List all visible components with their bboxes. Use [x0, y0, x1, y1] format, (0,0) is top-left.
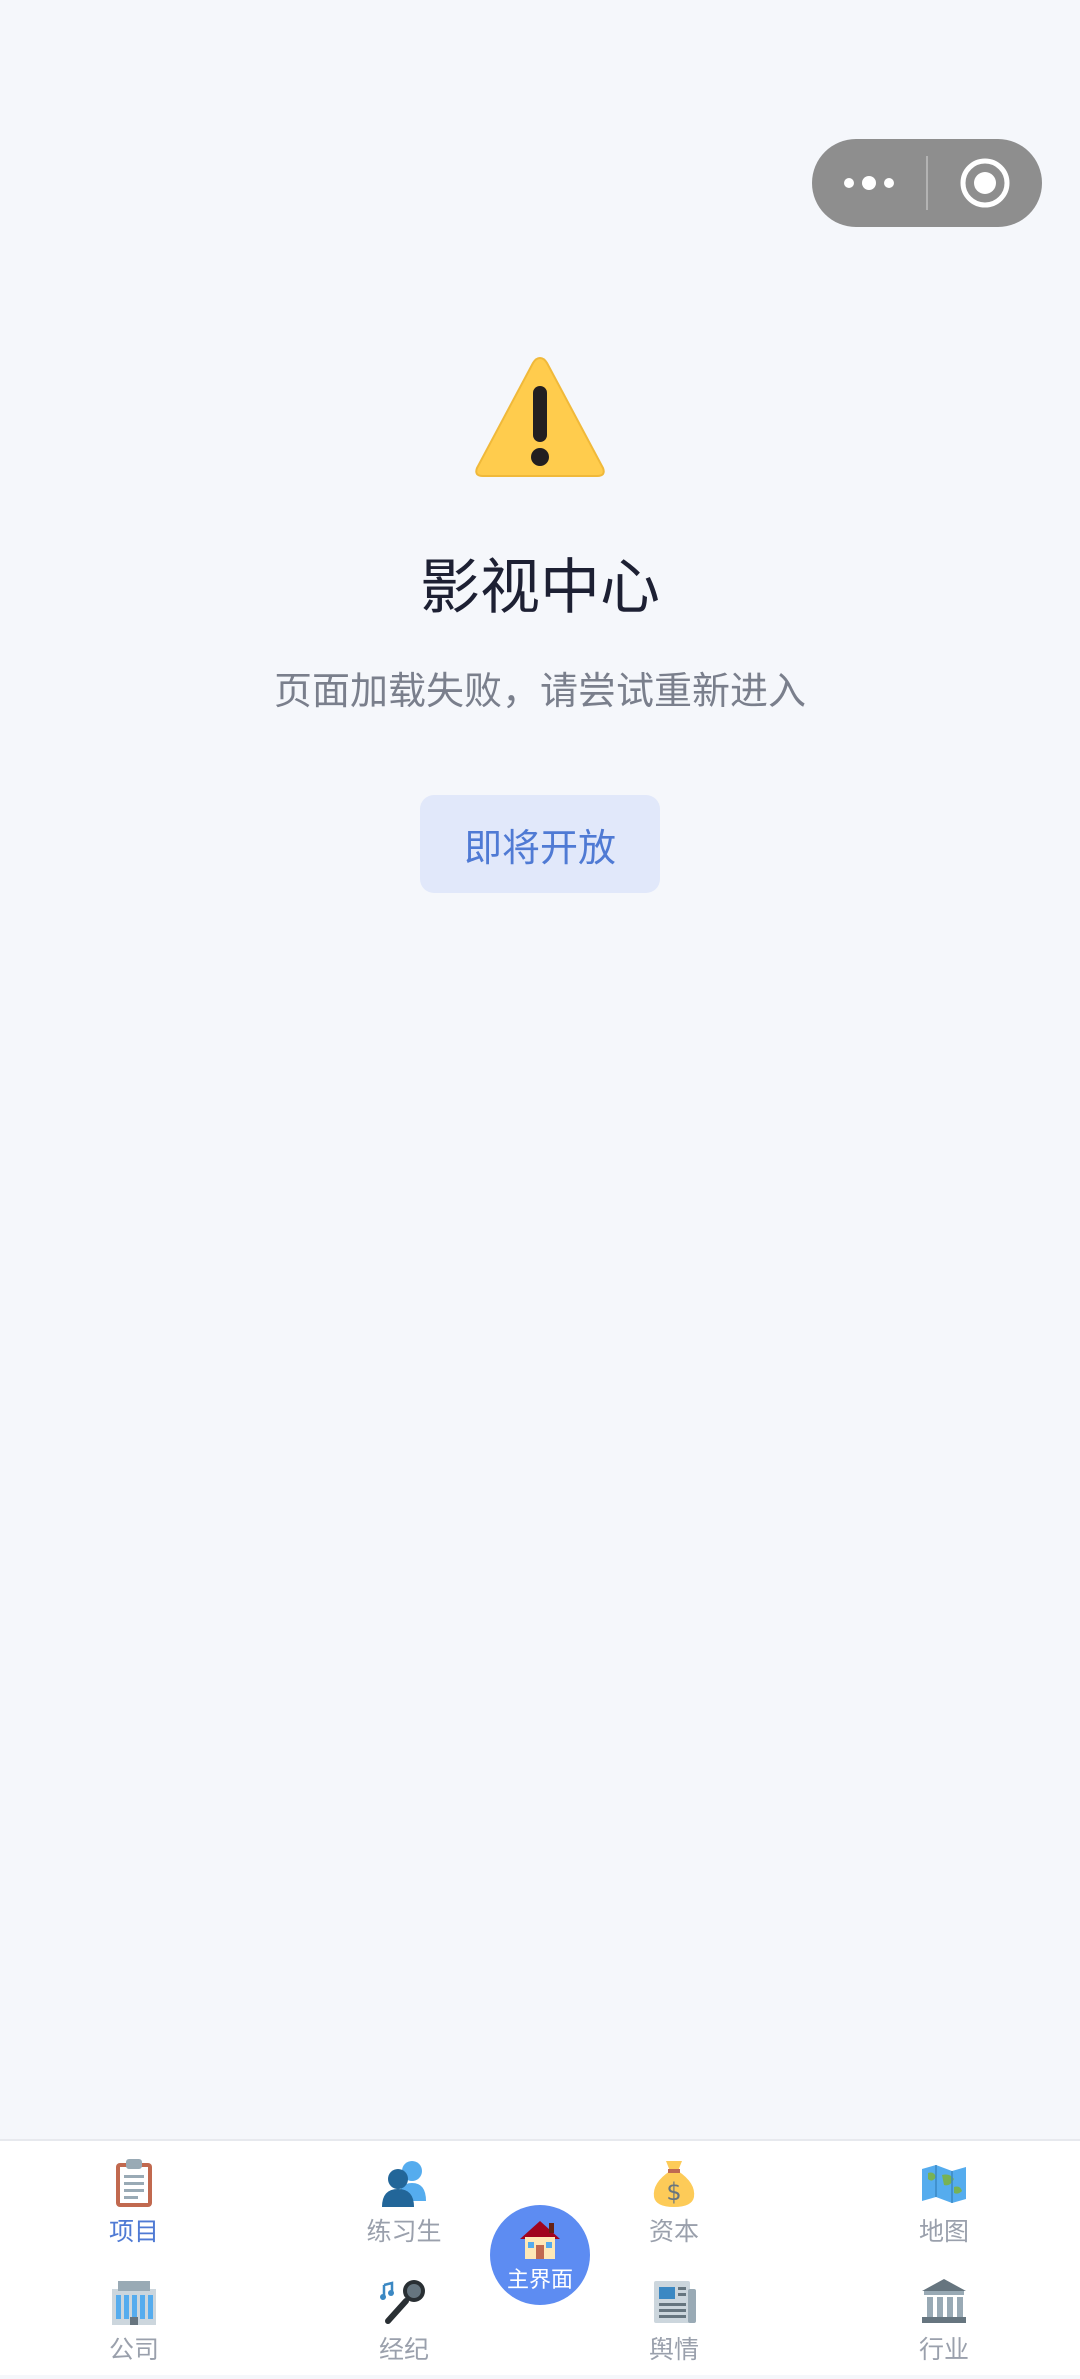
people-icon — [382, 2161, 426, 2207]
tab-label: 经纪 — [378, 2335, 429, 2364]
tab-label: 行业 — [918, 2335, 969, 2364]
tab-trainee[interactable]: 练习生 — [324, 2153, 484, 2261]
coming-soon-button[interactable]: 即将开放 — [420, 795, 660, 893]
svg-text:$: $ — [666, 2178, 681, 2206]
miniprogram-capsule — [812, 139, 1042, 227]
classical-building-icon — [922, 2279, 966, 2323]
error-message: 页面加载失败，请尝试重新进入 — [273, 669, 806, 713]
target-circle-icon — [960, 158, 1010, 208]
more-button[interactable] — [812, 139, 926, 227]
world-map-icon — [922, 2165, 966, 2203]
page-title: 影视中心 — [420, 553, 660, 623]
warning-triangle-icon — [475, 356, 605, 477]
money-bag-icon: $ — [653, 2161, 695, 2207]
home-label: 主界面 — [506, 2268, 573, 2293]
tab-label: 地图 — [918, 2217, 969, 2246]
home-button[interactable]: 主界面 — [490, 2205, 590, 2305]
close-button[interactable] — [928, 139, 1042, 227]
tab-label: 练习生 — [366, 2217, 442, 2246]
house-icon — [520, 2221, 560, 2259]
clipboard-icon — [116, 2159, 152, 2207]
tab-label: 舆情 — [648, 2335, 699, 2364]
tab-public-opinion[interactable]: 舆情 — [594, 2271, 754, 2379]
tab-capital[interactable]: $ 资本 — [594, 2153, 754, 2261]
newspaper-icon — [654, 2281, 696, 2323]
microphone-icon — [380, 2280, 425, 2324]
tab-label: 资本 — [648, 2217, 699, 2246]
tab-label: 项目 — [108, 2217, 159, 2246]
tab-project[interactable]: 项目 — [54, 2153, 214, 2261]
tab-company[interactable]: 公司 — [54, 2271, 214, 2379]
tab-industry[interactable]: 行业 — [864, 2271, 1024, 2379]
ellipsis-icon — [844, 176, 894, 190]
tab-label: 公司 — [108, 2335, 159, 2364]
tab-map[interactable]: 地图 — [864, 2153, 1024, 2261]
office-building-icon — [112, 2281, 156, 2325]
tab-agency[interactable]: 经纪 — [324, 2271, 484, 2379]
